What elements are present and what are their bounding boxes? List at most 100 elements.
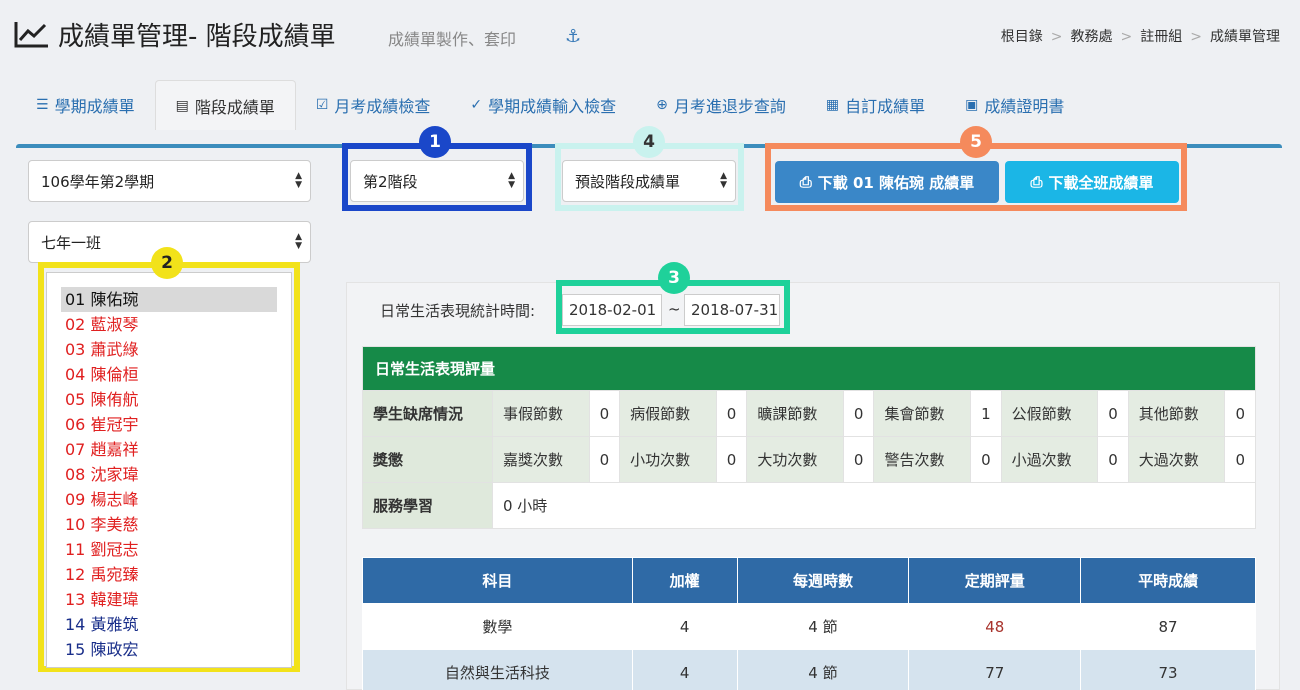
item-label: 公假節數 — [1000, 390, 1099, 437]
list-item[interactable]: 14 黃雅筑 — [61, 612, 277, 637]
breadcrumb-separator: > — [1120, 29, 1133, 45]
table-row: 學生缺席情況 事假節數 0 病假節數 0 曠課節數 0 集會節數 1 公假節數 … — [362, 390, 1256, 437]
column-header: 加權 — [631, 557, 738, 604]
list-item[interactable]: 09 楊志峰 — [61, 487, 277, 512]
tab-label: 自訂成績單 — [845, 97, 926, 116]
table-cell: 4 節 — [736, 649, 910, 690]
start-date-input[interactable]: 2018-02-01 — [562, 294, 662, 326]
badge-2: 2 — [151, 247, 183, 279]
table-row: 獎懲 嘉獎次數 0 小功次數 0 大功次數 0 警告次數 0 小過次數 0 大過… — [362, 436, 1256, 483]
list-item[interactable]: 12 禹宛臻 — [61, 562, 277, 587]
breadcrumb-item-current: 成績單管理 — [1210, 29, 1280, 45]
list-alt-icon: ▤ — [175, 97, 189, 114]
item-label: 大功次數 — [746, 436, 844, 483]
category-label: 獎懲 — [362, 436, 493, 483]
list-item[interactable]: 06 崔冠宇 — [61, 412, 277, 437]
tab-semester-input-check[interactable]: ✓ 學期成績輸入檢查 — [450, 80, 636, 130]
list-item[interactable]: 08 沈家瑋 — [61, 462, 277, 487]
semester-select-value: 106學年第2學期 — [41, 172, 155, 191]
table-cell: 4 — [631, 603, 738, 650]
item-value: 0 — [1224, 390, 1256, 437]
list-item[interactable]: 15 陳政宏 — [61, 637, 277, 662]
select-arrows-icon: ▲ ▼ — [508, 171, 515, 190]
tab-certificate[interactable]: ▣ 成績證明書 — [945, 80, 1084, 130]
breadcrumb-item-registry[interactable]: 註冊組 — [1140, 29, 1182, 45]
grades-table: 科目 加權 每週時數 定期評量 平時成績 數學 4 4 節 48 87 自然與生… — [362, 557, 1256, 690]
table-row: 數學 4 4 節 48 87 — [362, 603, 1256, 650]
column-header: 平時成績 — [1080, 557, 1256, 604]
list-item[interactable]: 11 劉冠志 — [61, 537, 277, 562]
list-icon: ☰ — [36, 97, 49, 113]
student-list[interactable]: 01 陳佑琬 02 藍淑琴 03 蕭武綠 04 陳倫桓 05 陳侑航 06 崔冠… — [46, 272, 292, 668]
download-class-label: 下載全班成績單 — [1048, 173, 1154, 192]
anchor-icon[interactable]: ⚓ — [565, 26, 581, 47]
tab-label: 月考進退步查詢 — [673, 97, 786, 116]
semester-select[interactable]: 106學年第2學期 ▲ ▼ — [28, 160, 311, 202]
item-label: 集會節數 — [873, 390, 972, 437]
item-value: 0 — [588, 390, 621, 437]
stage-select[interactable]: 第2階段 ▲ ▼ — [350, 160, 524, 202]
table-cell: 4 — [631, 649, 738, 690]
item-label: 事假節數 — [492, 390, 590, 437]
item-label: 病假節數 — [619, 390, 717, 437]
tab-monthly-check[interactable]: ☑ 月考成績檢查 — [296, 80, 451, 130]
id-card-icon: ▣ — [965, 97, 979, 113]
tab-label: 學期成績單 — [54, 97, 135, 116]
column-header: 科目 — [362, 557, 633, 604]
tab-bar: ☰ 學期成績單 ▤ 階段成績單 ☑ 月考成績檢查 ✓ 學期成績輸入檢查 ⊕ 月考進退步查詢… — [16, 80, 1084, 130]
check-circle-icon: ✓ — [470, 97, 483, 113]
breadcrumb-item-root[interactable]: 根目錄 — [1001, 29, 1043, 45]
item-value: 0 — [842, 390, 875, 437]
list-item[interactable]: 05 陳侑航 — [61, 387, 277, 412]
check-square-icon: ☑ — [315, 97, 329, 113]
item-value: 0 — [715, 436, 748, 483]
print-icon: ⎙ — [1030, 173, 1043, 191]
table-row: 服務學習 0 小時 — [362, 482, 1256, 529]
end-date-input[interactable]: 2018-07-31 — [684, 294, 780, 326]
tab-custom-report[interactable]: ▦ 自訂成績單 — [806, 80, 945, 130]
tab-label: 月考成績檢查 — [334, 97, 431, 116]
item-label: 曠課節數 — [746, 390, 844, 437]
tab-stage-report[interactable]: ▤ 階段成績單 — [154, 80, 296, 130]
category-label: 服務學習 — [362, 482, 493, 529]
service-hours-value: 0 小時 — [492, 482, 1256, 529]
item-label: 嘉獎次數 — [492, 436, 590, 483]
table-header-row: 科目 加權 每週時數 定期評量 平時成績 — [362, 557, 1256, 604]
tab-progress-query[interactable]: ⊕ 月考進退步查詢 — [636, 80, 806, 130]
badge-3: 3 — [658, 262, 690, 294]
page-header: 成績單管理- 階段成績單 成績單製作、套印 ⚓ 根目錄 > 教務處 > 註冊組 > 成績單管… — [0, 0, 1300, 72]
item-value: 0 — [715, 390, 748, 437]
column-header: 每週時數 — [736, 557, 910, 604]
download-student-button[interactable]: ⎙ 下載 01 陳佑琬 成績單 — [775, 161, 999, 203]
item-label: 警告次數 — [873, 436, 972, 483]
tab-semester-report[interactable]: ☰ 學期成績單 — [16, 80, 155, 130]
list-item[interactable]: 13 韓建瑋 — [61, 587, 277, 612]
item-label: 其他節數 — [1127, 390, 1226, 437]
item-value: 0 — [970, 436, 1002, 483]
list-item[interactable]: 07 趙嘉祥 — [61, 437, 277, 462]
list-item[interactable]: 03 蕭武綠 — [61, 337, 277, 362]
item-value: 0 — [1097, 436, 1129, 483]
list-item[interactable]: 01 陳佑琬 — [61, 287, 277, 312]
template-select[interactable]: 預設階段成績單 ▲ ▼ — [562, 160, 736, 202]
item-value: 0 — [588, 436, 621, 483]
list-item[interactable]: 04 陳倫桓 — [61, 362, 277, 387]
breadcrumb-item-academic[interactable]: 教務處 — [1071, 29, 1113, 45]
tab-label: 成績證明書 — [984, 97, 1065, 116]
item-label: 小過次數 — [1000, 436, 1099, 483]
download-class-button[interactable]: ⎙ 下載全班成績單 — [1005, 161, 1179, 203]
newspaper-icon: ▦ — [825, 97, 840, 113]
class-select-value: 七年一班 — [41, 233, 102, 252]
table-cell: 48 — [908, 603, 1082, 650]
stage-select-value: 第2階段 — [363, 172, 418, 191]
list-item[interactable]: 02 藍淑琴 — [61, 312, 277, 337]
daily-life-table: 日常生活表現評量 學生缺席情況 事假節數 0 病假節數 0 曠課節數 0 集會節… — [362, 346, 1256, 529]
table-cell: 77 — [908, 649, 1082, 690]
page-subtitle: 成績單製作、套印 — [388, 30, 517, 49]
list-item[interactable]: 10 李美慈 — [61, 512, 277, 537]
breadcrumb-separator: > — [1050, 29, 1063, 45]
item-value: 0 — [1224, 436, 1256, 483]
item-label: 大過次數 — [1127, 436, 1226, 483]
badge-4: 4 — [633, 126, 665, 158]
search-plus-icon: ⊕ — [656, 97, 668, 113]
